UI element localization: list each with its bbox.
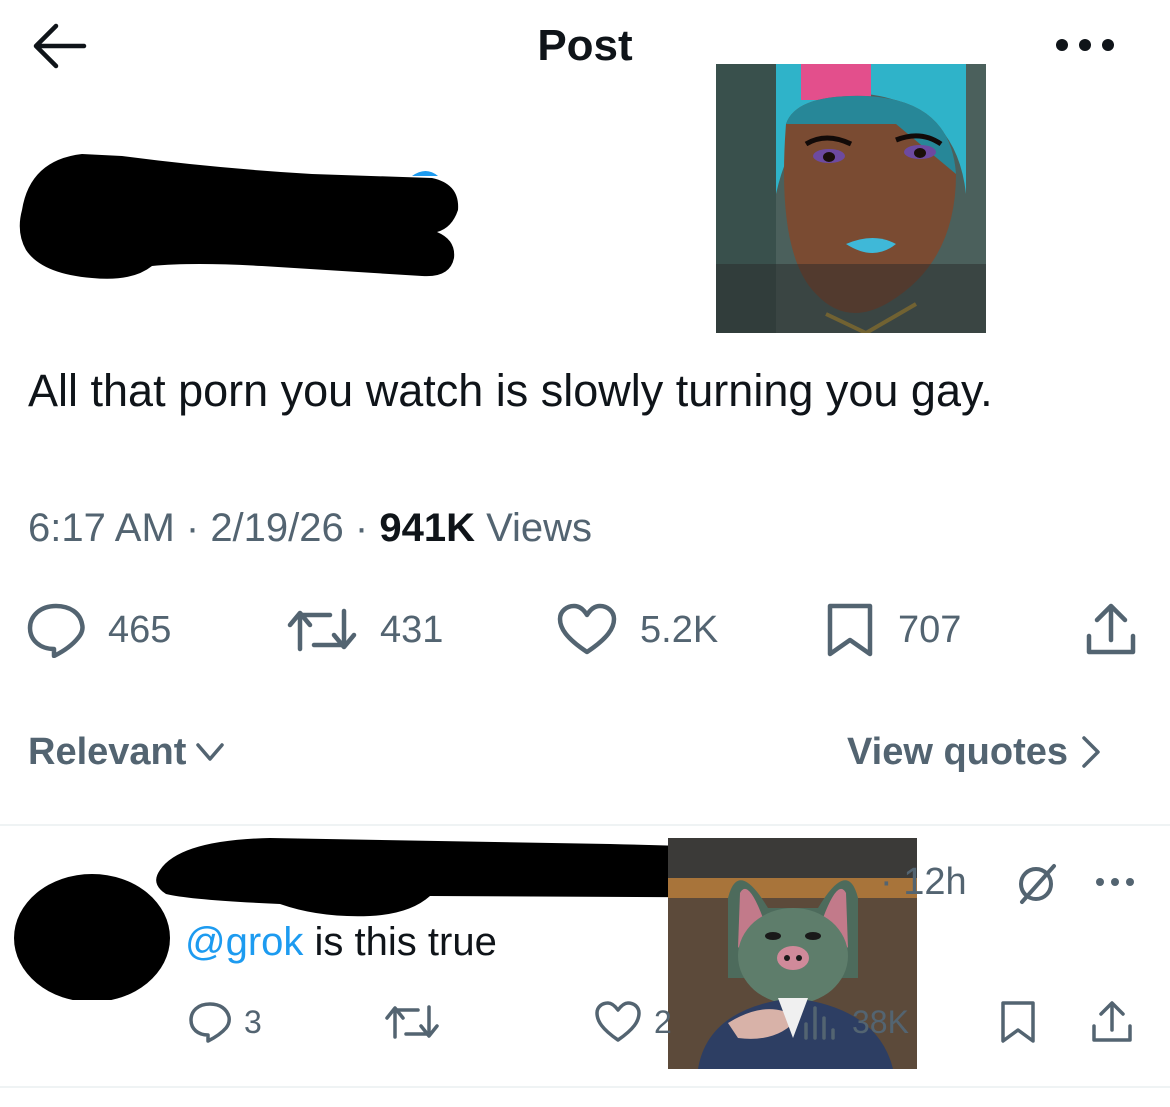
post-text: All that porn you watch is slowly turnin… bbox=[28, 365, 993, 416]
chevron-right-icon bbox=[1082, 736, 1100, 768]
divider bbox=[0, 1086, 1170, 1088]
views-count[interactable]: 941K bbox=[379, 506, 475, 550]
reply-reply-button[interactable]: 3 bbox=[188, 998, 262, 1046]
views-label: Views bbox=[486, 506, 593, 550]
repost-icon bbox=[385, 1005, 439, 1039]
like-button[interactable]: 5.2K bbox=[556, 600, 718, 660]
reply-button[interactable]: 465 bbox=[26, 600, 171, 660]
share-icon bbox=[1092, 1001, 1132, 1042]
reply-bookmark-button[interactable] bbox=[1000, 998, 1048, 1046]
more-horizontal-icon bbox=[1096, 878, 1134, 886]
reply-bubble-icon bbox=[189, 1002, 231, 1043]
page-title: Post bbox=[537, 21, 633, 70]
reply-text: @grok is this true bbox=[185, 916, 497, 968]
grok-button[interactable] bbox=[1014, 862, 1058, 906]
reply-more-button[interactable] bbox=[1092, 872, 1138, 892]
reply-bubble-icon bbox=[27, 603, 85, 658]
bookmark-icon bbox=[827, 603, 873, 657]
share-button[interactable] bbox=[1083, 600, 1161, 660]
reply-views-count: 38K bbox=[852, 1003, 909, 1040]
more-options-button[interactable] bbox=[1050, 30, 1120, 60]
reply-like-button[interactable]: 2 bbox=[594, 998, 672, 1046]
chevron-down-icon bbox=[196, 743, 225, 761]
heart-icon bbox=[595, 1001, 641, 1042]
share-icon bbox=[1086, 603, 1136, 655]
more-horizontal-icon bbox=[1056, 39, 1114, 51]
post-date: 2/19/26 bbox=[210, 506, 344, 550]
like-count: 5.2K bbox=[640, 608, 719, 651]
reply-time: 12h bbox=[903, 861, 967, 903]
view-quotes-link[interactable]: View quotes bbox=[847, 728, 1108, 776]
bookmark-button[interactable]: 707 bbox=[826, 600, 961, 660]
grok-mention-link[interactable]: @grok bbox=[185, 920, 303, 964]
repost-button[interactable]: 431 bbox=[286, 600, 443, 660]
reply-reply-count: 3 bbox=[244, 1003, 262, 1040]
reply-timestamp: · 12h bbox=[880, 861, 967, 903]
redacted-author-blob bbox=[19, 154, 459, 279]
grok-icon bbox=[1019, 864, 1056, 904]
reply-repost-button[interactable] bbox=[384, 998, 452, 1046]
divider bbox=[0, 824, 1170, 826]
sort-relevant-label: Relevant bbox=[28, 731, 187, 773]
reply-body: is this true bbox=[303, 920, 497, 964]
bookmark-icon bbox=[1001, 1001, 1035, 1043]
reply-like-count: 2 bbox=[654, 1003, 672, 1040]
heart-icon bbox=[557, 603, 617, 655]
post-metadata: 6:17 AM · 2/19/26 · 941K Views bbox=[28, 506, 593, 550]
repost-count: 431 bbox=[380, 608, 444, 651]
reply-views-button[interactable]: 38K bbox=[800, 998, 909, 1046]
post-time: 6:17 AM bbox=[28, 506, 175, 550]
analytics-bars-icon bbox=[804, 1006, 835, 1040]
sort-relevant-dropdown[interactable]: Relevant bbox=[28, 728, 230, 776]
reply-share-button[interactable] bbox=[1090, 998, 1146, 1046]
bookmark-count: 707 bbox=[898, 608, 962, 651]
reply-count: 465 bbox=[108, 608, 172, 651]
overlay-portrait-image bbox=[716, 64, 986, 333]
view-quotes-label: View quotes bbox=[847, 731, 1069, 773]
repost-icon bbox=[287, 608, 357, 652]
